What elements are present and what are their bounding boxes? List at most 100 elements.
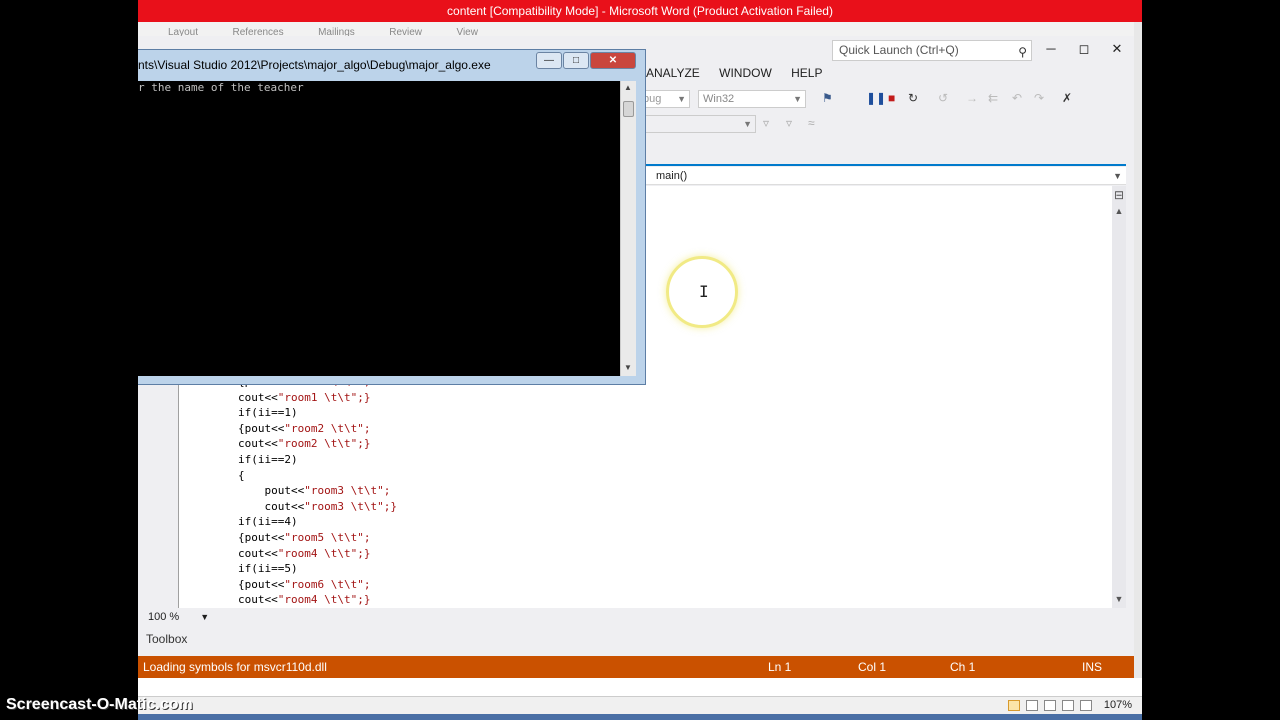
code-line: pout<<"room3 \t\t"; [238,483,397,499]
code-token: {pout<< [238,530,285,544]
code-line: if(ii==1) [238,405,397,421]
console-scrollbar[interactable]: ▲ ▼ [620,81,636,376]
document-tab-accent [646,164,1126,166]
web-layout-icon[interactable] [1044,700,1056,711]
toolbox-tab[interactable]: Toolbox [138,632,1134,648]
status-bar: Loading symbols for msvcr110d.dll Ln 1 C… [138,656,1134,678]
code-line: if(ii==2) [238,452,397,468]
navigation-bar[interactable]: main() ▼ [646,167,1126,185]
code-token: if(ii==1) [238,406,298,420]
menu-analyze[interactable]: ANALYZE [646,66,700,80]
menu-window[interactable]: WINDOW [719,66,772,80]
code-line: cout<<"room2 \t\t";} [238,436,397,452]
console-output-text: r the name of the teacher [138,81,304,94]
watermark: Screencast-O-Matic.com [6,696,193,713]
step-out-icon[interactable]: ↶ [1012,91,1022,105]
console-output-area[interactable]: r the name of the teacher [138,81,620,376]
threads-icon[interactable]: ≈ [808,116,815,130]
console-title-bar[interactable]: nts\Visual Studio 2012\Projects\major_al… [138,50,645,80]
code-line: {pout<<"room5 \t\t"; [238,530,397,546]
console-scroll-thumb[interactable] [623,101,634,117]
step-into-icon[interactable]: → [966,91,978,105]
status-insert-mode: INS [1082,660,1103,674]
filter-clear-icon[interactable]: ▿ [786,116,792,130]
platform-select[interactable]: Win32 ▼ [698,90,806,108]
word-title-bar: content [Compatibility Mode] - Microsoft… [138,0,1142,22]
code-line: if(ii==4) [238,514,397,530]
print-layout-icon[interactable] [1008,700,1020,711]
menu-bar: ANALYZE WINDOW HELP [646,66,839,80]
code-token: pout<< [238,484,305,498]
reading-view-icon[interactable] [1026,700,1038,711]
zoom-bar: 100 % ▼ [138,609,1134,626]
code-line: cout<<"room3 \t\t";} [238,499,397,515]
console-window[interactable]: nts\Visual Studio 2012\Projects\major_al… [138,49,646,385]
code-token: cout<< [238,390,278,404]
debug-target-icon[interactable]: ⚑ [822,91,833,105]
zoom-level-select[interactable]: 100 % [148,611,179,623]
split-icon[interactable]: ⊟ [1112,188,1126,202]
taskbar [138,714,1142,720]
stop-icon[interactable]: ■ [888,91,895,105]
minimize-icon[interactable]: ─ [1043,41,1059,56]
hex-display-icon[interactable]: ✗ [1062,91,1072,105]
word-zoom-level[interactable]: 107% [1104,699,1132,711]
code-string: "room2 \t\t"; [284,421,371,435]
word-vertical-scrollbar[interactable] [1134,22,1142,696]
function-dropdown-value: main() [656,170,688,182]
chevron-down-icon: ▼ [743,119,752,129]
console-title: nts\Visual Studio 2012\Projects\major_al… [138,58,491,72]
pause-icon[interactable]: ❚❚ [866,91,886,105]
scroll-down-icon[interactable]: ▼ [624,363,632,372]
redo-icon[interactable]: ↷ [1034,91,1044,105]
restart-icon[interactable]: ↻ [908,91,918,105]
code-lines: {pout<<"room1 \t\t";cout<<"room1 \t\t";}… [238,374,397,608]
console-maximize-icon[interactable]: □ [563,52,589,69]
console-close-icon[interactable]: ✕ [590,52,636,69]
code-token: {pout<< [238,577,285,591]
quick-launch-input[interactable]: Quick Launch (Ctrl+Q) ⚲ [832,40,1032,61]
screen: content [Compatibility Mode] - Microsoft… [0,0,1280,720]
code-token: { [238,468,245,482]
code-string: "room4 \t\t";} [277,593,371,607]
show-next-statement-icon[interactable]: ↺ [938,91,948,105]
draft-view-icon[interactable] [1080,700,1092,711]
scroll-up-icon[interactable]: ▲ [1112,206,1126,216]
menu-help[interactable]: HELP [791,66,822,80]
code-string: "room1 \t\t";} [277,390,371,404]
filter-icon[interactable]: ▿ [763,116,769,130]
code-line: { [238,468,397,484]
scroll-up-icon[interactable]: ▲ [624,83,632,92]
scroll-down-icon[interactable]: ▼ [1112,594,1126,604]
code-line: cout<<"room4 \t\t";} [238,592,397,608]
chevron-down-icon: ▼ [677,94,686,104]
console-minimize-icon[interactable]: — [536,52,562,69]
code-line: {pout<<"room6 \t\t"; [238,577,397,593]
close-icon[interactable]: ✕ [1109,41,1125,57]
step-over-icon[interactable]: ⇇ [988,91,998,105]
code-string: "room2 \t\t";} [277,437,371,451]
debug-location-select[interactable]: ▼ [638,115,756,133]
code-token: cout<< [238,437,278,451]
code-token: {pout<< [238,421,285,435]
code-string: "room4 \t\t";} [277,546,371,560]
code-line: cout<<"room1 \t\t";} [238,390,397,406]
status-message: Loading symbols for msvcr110d.dll [143,660,327,674]
maximize-icon[interactable]: ◻ [1076,41,1092,57]
chevron-down-icon[interactable]: ▼ [200,612,209,622]
status-column: Col 1 [858,660,887,674]
chevron-down-icon: ▼ [1113,171,1122,181]
outline-view-icon[interactable] [1062,700,1074,711]
search-icon[interactable]: ⚲ [1018,43,1027,62]
chevron-down-icon: ▼ [793,94,802,104]
code-line: cout<<"room4 \t\t";} [238,546,397,562]
code-token: cout<< [238,499,305,513]
platform-value: Win32 [703,93,735,105]
editor-vertical-scrollbar[interactable]: ⊟ ▲ ▼ [1112,186,1126,608]
code-string: "room6 \t\t"; [284,577,371,591]
code-token: if(ii==4) [238,515,298,529]
code-token: cout<< [238,546,278,560]
code-string: "room3 \t\t";} [304,499,397,513]
code-line: if(ii==5) [238,561,397,577]
status-line: Ln 1 [768,660,792,674]
